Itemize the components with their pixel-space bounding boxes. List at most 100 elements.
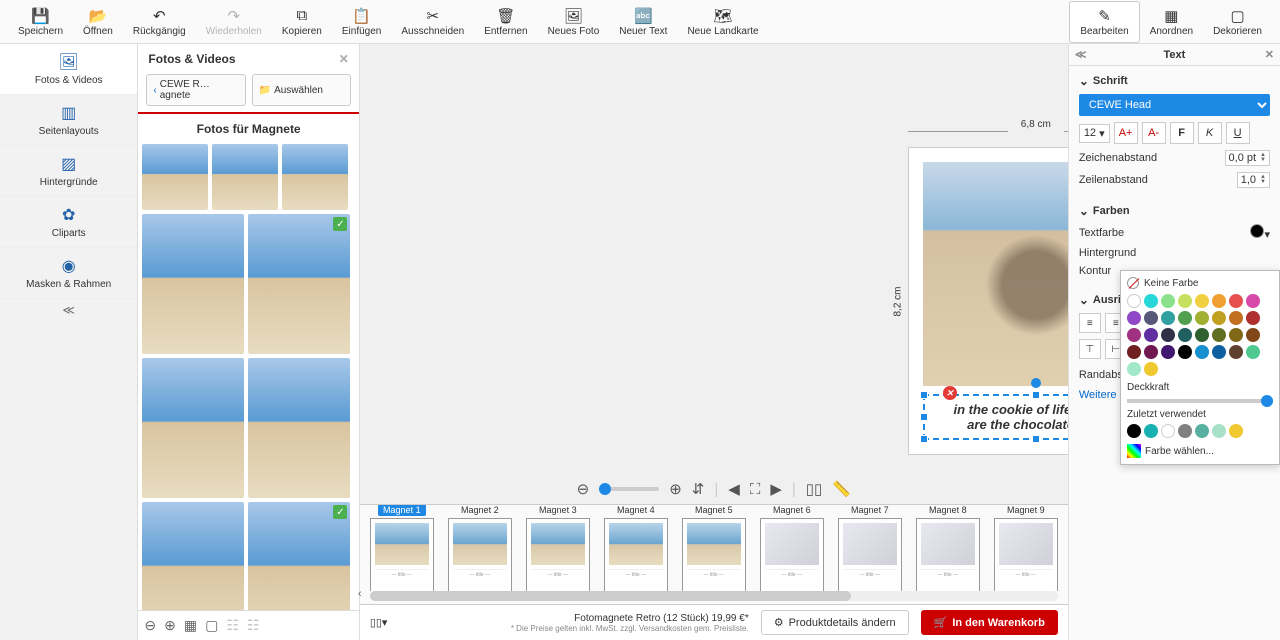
photo-thumb[interactable] bbox=[142, 144, 208, 210]
align-left[interactable]: ≡ bbox=[1079, 313, 1101, 333]
ruler-icon[interactable]: 📏 bbox=[832, 480, 851, 498]
cut-button[interactable]: ✂Ausschneiden bbox=[391, 1, 474, 43]
new-map-button[interactable]: 🗺Neue Landkarte bbox=[677, 1, 768, 43]
zoom-in-icon[interactable]: ⊕ bbox=[164, 617, 176, 634]
align-top[interactable]: ⊤ bbox=[1079, 339, 1101, 359]
select-folder-button[interactable]: 📁Auswählen bbox=[252, 74, 351, 106]
color-swatch[interactable] bbox=[1195, 328, 1209, 342]
recent-swatch[interactable] bbox=[1178, 424, 1192, 438]
color-swatch[interactable] bbox=[1144, 311, 1158, 325]
section-font[interactable]: Schrift bbox=[1079, 74, 1270, 88]
nav-layouts[interactable]: ▥Seitenlayouts bbox=[0, 95, 137, 146]
photo-thumb[interactable] bbox=[282, 144, 348, 210]
color-swatch[interactable] bbox=[1144, 345, 1158, 359]
line-spacing-input[interactable]: 1,0▲▼ bbox=[1237, 172, 1270, 188]
magnet-thumb[interactable]: Magnet 3— title — bbox=[526, 505, 590, 591]
resize-handle[interactable] bbox=[1032, 435, 1040, 443]
collapse-nav[interactable]: ≪ bbox=[62, 303, 75, 317]
filmstrip-scrollbar[interactable] bbox=[370, 591, 1058, 601]
color-swatch[interactable] bbox=[1161, 328, 1175, 342]
recent-swatch[interactable] bbox=[1212, 424, 1226, 438]
choose-color-button[interactable]: Farbe wählen... bbox=[1127, 444, 1273, 458]
color-swatch[interactable] bbox=[1229, 311, 1243, 325]
copy-button[interactable]: ⧉Kopieren bbox=[272, 1, 332, 43]
color-swatch[interactable] bbox=[1127, 311, 1141, 325]
nav-masks[interactable]: ◉Masken & Rahmen bbox=[0, 248, 137, 299]
magnet-thumb[interactable]: Magnet 8— title — bbox=[916, 505, 980, 591]
filter-icon[interactable]: ☷ bbox=[226, 617, 239, 634]
new-photo-button[interactable]: 🖼Neues Foto bbox=[538, 1, 610, 43]
arrange-tab[interactable]: ▦Anordnen bbox=[1140, 1, 1203, 43]
color-swatch[interactable] bbox=[1144, 328, 1158, 342]
photo-thumb[interactable] bbox=[248, 502, 350, 610]
nav-backgrounds[interactable]: ▨Hintergründe bbox=[0, 146, 137, 197]
font-bigger[interactable]: A+ bbox=[1114, 122, 1138, 144]
snap-icon[interactable]: ▯▯ bbox=[806, 480, 823, 498]
char-spacing-input[interactable]: 0,0 pt▲▼ bbox=[1225, 150, 1270, 166]
recent-swatch[interactable] bbox=[1144, 424, 1158, 438]
zoom-out-icon[interactable]: ⊖ bbox=[144, 617, 156, 634]
color-swatch[interactable] bbox=[1127, 362, 1141, 376]
photo-thumb[interactable] bbox=[142, 502, 244, 610]
resize-handle[interactable] bbox=[1032, 391, 1040, 399]
color-swatch[interactable] bbox=[1246, 328, 1260, 342]
magnet-thumb[interactable]: Magnet 1— title — bbox=[370, 505, 434, 591]
close-gallery[interactable]: ✕ bbox=[339, 52, 349, 66]
photo-thumb[interactable] bbox=[248, 214, 350, 354]
recent-swatch[interactable] bbox=[1229, 424, 1243, 438]
resize-handle[interactable] bbox=[920, 391, 928, 399]
nav-photos[interactable]: 🖼Fotos & Videos bbox=[0, 44, 137, 95]
panel-close[interactable]: ✕ bbox=[1265, 48, 1274, 61]
color-swatch[interactable] bbox=[1246, 345, 1260, 359]
underline-button[interactable]: U bbox=[1226, 122, 1250, 144]
paste-button[interactable]: 📋Einfügen bbox=[332, 1, 391, 43]
color-swatch[interactable] bbox=[1212, 345, 1226, 359]
color-swatch[interactable] bbox=[1229, 294, 1243, 308]
font-family-select[interactable]: CEWE Head bbox=[1079, 94, 1270, 116]
undo-button[interactable]: ↶Rückgängig bbox=[123, 1, 196, 43]
save-button[interactable]: 💾Speichern bbox=[8, 1, 73, 43]
resize-handle[interactable] bbox=[920, 435, 928, 443]
color-swatch[interactable] bbox=[1195, 345, 1209, 359]
opacity-slider[interactable] bbox=[1127, 399, 1273, 403]
fullscreen-icon[interactable]: ⛶ bbox=[750, 481, 761, 498]
color-swatch[interactable] bbox=[1212, 311, 1226, 325]
add-to-cart-button[interactable]: 🛒In den Warenkorb bbox=[921, 610, 1058, 635]
color-swatch[interactable] bbox=[1246, 311, 1260, 325]
remove-button[interactable]: 🗑Entfernen bbox=[474, 1, 537, 43]
resize-handle[interactable] bbox=[920, 413, 928, 421]
color-swatch[interactable] bbox=[1144, 294, 1158, 308]
photo-thumb[interactable] bbox=[248, 358, 350, 498]
color-swatch[interactable] bbox=[1246, 294, 1260, 308]
prev-icon[interactable]: ◀ bbox=[728, 480, 740, 498]
zoom-in-icon[interactable]: ⊕ bbox=[669, 480, 682, 498]
font-smaller[interactable]: A- bbox=[1142, 122, 1166, 144]
recent-swatch[interactable] bbox=[1127, 424, 1141, 438]
bold-button[interactable]: F bbox=[1170, 122, 1194, 144]
zoom-slider[interactable] bbox=[599, 487, 659, 491]
zoom-out-icon[interactable]: ⊖ bbox=[577, 480, 590, 498]
magnet-thumb[interactable]: Magnet 2— title — bbox=[448, 505, 512, 591]
delete-handle[interactable]: ✕ bbox=[943, 386, 957, 400]
panel-collapse[interactable]: ≪ bbox=[1075, 48, 1087, 61]
color-swatch[interactable] bbox=[1161, 345, 1175, 359]
filter2-icon[interactable]: ☷ bbox=[247, 617, 260, 634]
new-text-button[interactable]: 🔤Neuer Text bbox=[609, 1, 677, 43]
recent-swatch[interactable] bbox=[1195, 424, 1209, 438]
color-swatch[interactable] bbox=[1161, 294, 1175, 308]
next-icon[interactable]: ▶ bbox=[770, 480, 782, 498]
color-swatch[interactable] bbox=[1212, 328, 1226, 342]
magnet-thumb[interactable]: Magnet 4— title — bbox=[604, 505, 668, 591]
font-size-select[interactable]: 12▾ bbox=[1079, 124, 1110, 143]
color-swatch[interactable] bbox=[1178, 294, 1192, 308]
grid-icon[interactable]: ▦ bbox=[184, 617, 197, 634]
color-swatch[interactable] bbox=[1195, 294, 1209, 308]
recent-swatch[interactable] bbox=[1161, 424, 1175, 438]
color-swatch[interactable] bbox=[1229, 328, 1243, 342]
magnet-thumb[interactable]: Magnet 9— title — bbox=[994, 505, 1058, 591]
magnet-thumb[interactable]: Magnet 5— title — bbox=[682, 505, 746, 591]
color-swatch[interactable] bbox=[1195, 311, 1209, 325]
nav-cliparts[interactable]: ✿Cliparts bbox=[0, 197, 137, 248]
magnet-thumb[interactable]: Magnet 6— title — bbox=[760, 505, 824, 591]
magnet-thumb[interactable]: Magnet 7— title — bbox=[838, 505, 902, 591]
